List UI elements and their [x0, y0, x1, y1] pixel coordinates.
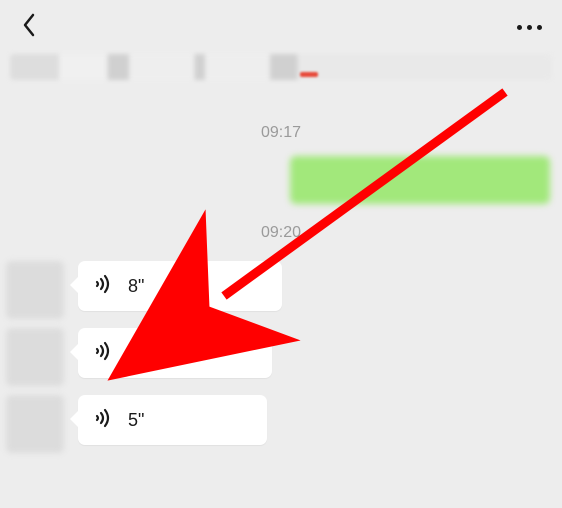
sound-wave-icon	[94, 407, 114, 434]
back-button[interactable]	[14, 12, 44, 42]
sound-wave-icon	[94, 273, 114, 300]
outgoing-message-bubble[interactable]	[290, 156, 550, 204]
voice-message-bubble[interactable]: 8"	[78, 261, 282, 311]
more-button[interactable]	[511, 19, 548, 36]
incoming-group: 8" 6" 5"	[0, 242, 562, 453]
outgoing-message-row	[0, 142, 562, 204]
voice-duration: 5"	[128, 410, 144, 431]
sound-wave-icon	[94, 340, 114, 367]
redacted-mark	[300, 72, 318, 77]
ellipsis-icon	[537, 25, 542, 30]
ellipsis-icon	[517, 25, 522, 30]
nav-bar	[0, 0, 562, 54]
ellipsis-icon	[527, 25, 532, 30]
voice-message-bubble[interactable]: 6"	[78, 328, 272, 378]
message-row: 5"	[0, 395, 562, 453]
redacted-header	[10, 54, 552, 80]
message-row: 6"	[0, 328, 562, 386]
timestamp: 09:20	[0, 224, 562, 242]
message-row: 8"	[0, 261, 562, 319]
chevron-left-icon	[22, 13, 36, 42]
voice-duration: 8"	[128, 276, 144, 297]
avatar[interactable]	[6, 261, 64, 319]
avatar[interactable]	[6, 328, 64, 386]
voice-message-bubble[interactable]: 5"	[78, 395, 267, 445]
timestamp: 09:17	[0, 124, 562, 142]
voice-duration: 6"	[128, 343, 144, 364]
avatar[interactable]	[6, 395, 64, 453]
